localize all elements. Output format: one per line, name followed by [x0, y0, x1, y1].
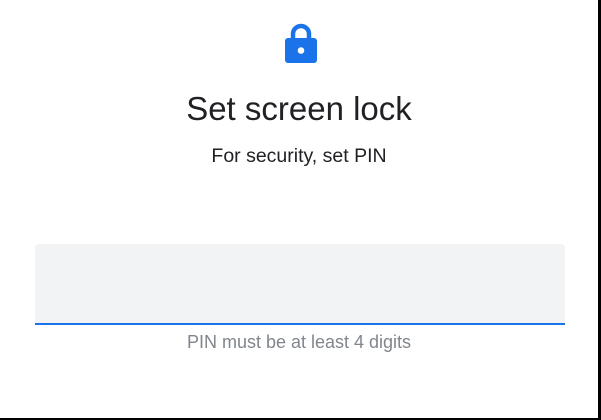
pin-helper-text: PIN must be at least 4 digits	[186, 332, 412, 352]
set-screen-lock-page: Set screen lock For security, set PIN PI…	[0, 0, 598, 418]
page-title: Set screen lock	[186, 90, 412, 127]
lock-icon	[285, 23, 317, 63]
page-subtitle: For security, set PIN	[211, 145, 387, 167]
pin-input[interactable]	[35, 244, 565, 325]
